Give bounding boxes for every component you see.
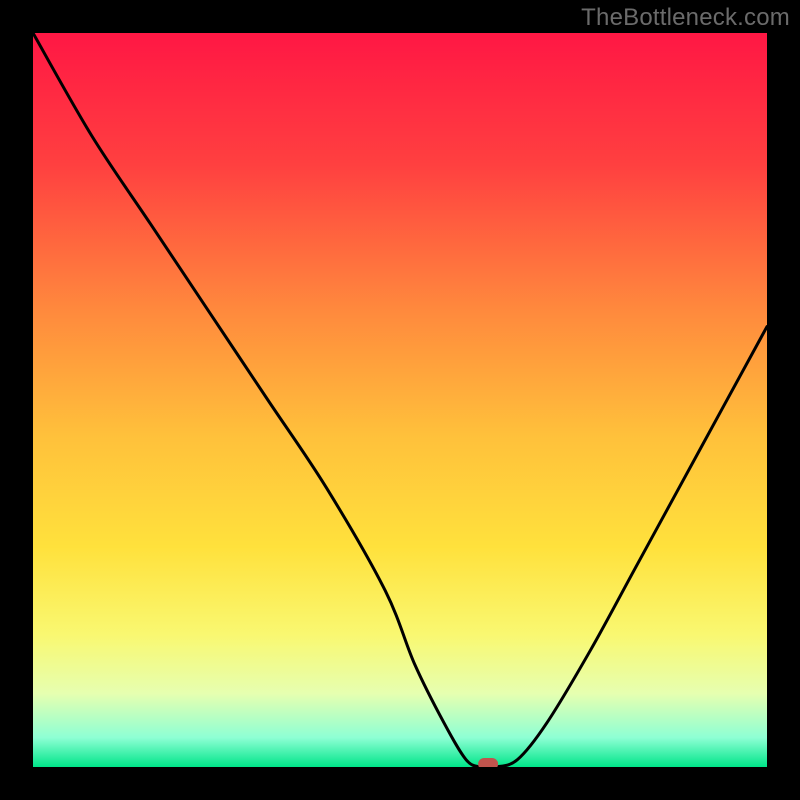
optimal-marker	[478, 758, 498, 767]
chart-svg	[33, 33, 767, 767]
watermark-text: TheBottleneck.com	[581, 4, 790, 32]
chart-plot-area	[33, 33, 767, 767]
chart-frame: TheBottleneck.com	[0, 0, 800, 800]
gradient-background	[33, 33, 767, 767]
